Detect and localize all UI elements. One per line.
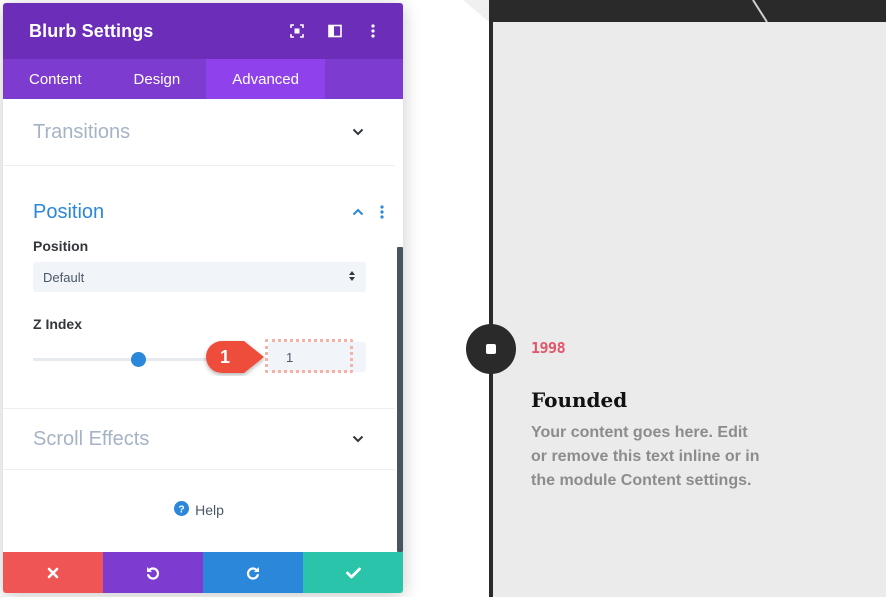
- zindex-control: 1 1: [3, 338, 395, 382]
- transitions-title: Transitions: [33, 120, 131, 143]
- zindex-slider-thumb[interactable]: [131, 352, 146, 367]
- stop-icon: [486, 344, 496, 354]
- tab-content[interactable]: Content: [3, 59, 108, 99]
- position-section: Position Position Default Z Index 1 1: [3, 166, 395, 409]
- help-icon: ?: [174, 501, 190, 519]
- page-canvas: [489, 0, 886, 597]
- panel-title: Blurb Settings: [29, 20, 154, 41]
- more-options-icon[interactable]: [365, 23, 381, 39]
- help-label: Help: [195, 502, 224, 518]
- chevron-down-icon: [351, 432, 365, 446]
- dark-section-strip: [489, 0, 886, 22]
- redo-icon: [246, 566, 259, 580]
- annotation-badge: 1: [206, 341, 264, 373]
- panel-footer: [3, 552, 403, 593]
- undo-button[interactable]: [103, 552, 203, 593]
- header-actions: [289, 23, 381, 39]
- save-button[interactable]: [303, 552, 403, 593]
- annotation-badge-number: 1: [220, 347, 230, 367]
- zindex-input[interactable]: 1: [268, 342, 366, 372]
- position-toggle[interactable]: Position: [3, 166, 395, 246]
- select-arrows-icon: [348, 270, 356, 285]
- tab-design[interactable]: Design: [108, 59, 207, 99]
- section-options-icon[interactable]: [379, 204, 385, 220]
- scroll-effects-title: Scroll Effects: [33, 427, 150, 450]
- zindex-input-value: 1: [286, 349, 294, 365]
- chevron-up-icon: [351, 205, 365, 219]
- timeline-node[interactable]: [466, 324, 516, 374]
- panel-header[interactable]: Blurb Settings: [3, 3, 403, 59]
- panel-scrollbar[interactable]: [397, 247, 403, 552]
- blurb-settings-panel: Blurb Settings Content Design Advanced T…: [3, 3, 403, 593]
- transitions-toggle[interactable]: Transitions: [3, 99, 395, 165]
- settings-scroll-area: Transitions Position Position Default Z …: [3, 99, 403, 552]
- scroll-effects-toggle[interactable]: Scroll Effects: [3, 409, 395, 469]
- zindex-field-label: Z Index: [33, 316, 83, 332]
- discard-button[interactable]: [3, 552, 103, 593]
- undo-icon: [147, 566, 160, 580]
- blurb-body[interactable]: Your content goes here. Edit or remove t…: [531, 421, 761, 493]
- position-select[interactable]: Default: [33, 262, 366, 292]
- timeline-line: [489, 22, 493, 597]
- settings-tabs: Content Design Advanced: [3, 59, 403, 99]
- redo-button[interactable]: [203, 552, 303, 593]
- timeline-year: 1998: [531, 339, 566, 357]
- chevron-down-icon: [351, 125, 365, 139]
- close-icon: [47, 567, 59, 578]
- strip-accent-line: [752, 0, 768, 22]
- svg-text:?: ?: [178, 504, 184, 515]
- section-divider-shape: [463, 0, 489, 22]
- position-select-value: Default: [43, 269, 85, 285]
- check-icon: [345, 567, 361, 578]
- position-title: Position: [33, 200, 105, 223]
- position-field-label: Position: [33, 238, 89, 254]
- transitions-section: Transitions: [3, 99, 395, 166]
- fullscreen-icon[interactable]: [289, 23, 305, 39]
- tab-advanced[interactable]: Advanced: [206, 59, 325, 99]
- scroll-effects-section: Scroll Effects: [3, 409, 395, 470]
- split-view-icon[interactable]: [327, 23, 343, 39]
- help-link[interactable]: ? Help: [3, 470, 395, 550]
- blurb-title[interactable]: Founded: [531, 388, 627, 412]
- zindex-slider-fill: [33, 358, 138, 361]
